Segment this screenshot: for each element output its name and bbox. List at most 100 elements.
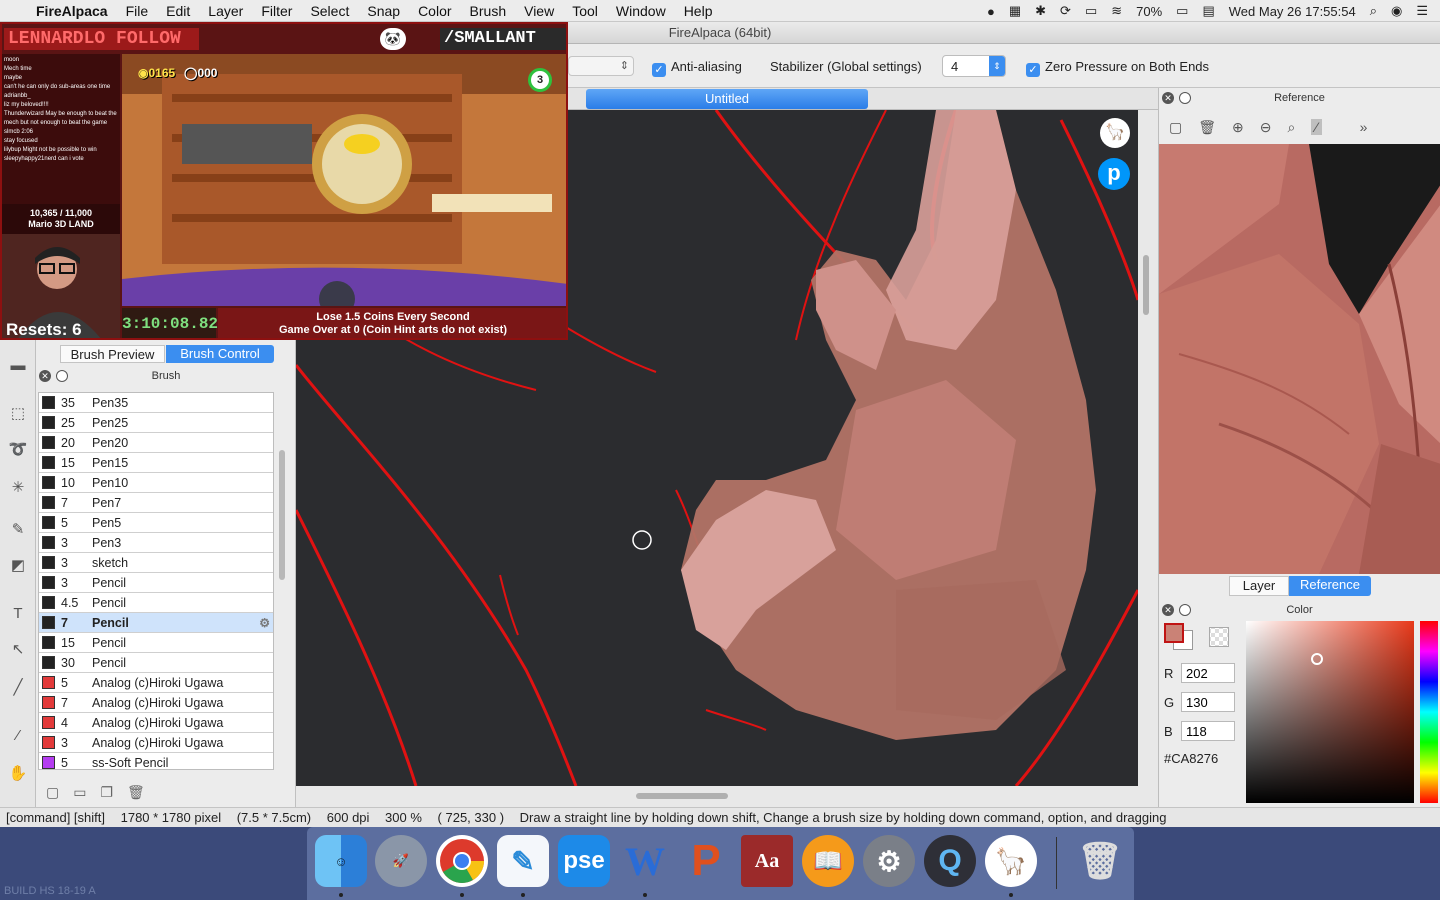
- stabilizer-select[interactable]: 4 ⇕: [942, 55, 1006, 77]
- launchpad-icon[interactable]: 🚀: [375, 835, 427, 887]
- clock[interactable]: Wed May 26 17:55:54: [1229, 4, 1356, 19]
- more-icon[interactable]: »: [1360, 119, 1368, 135]
- bluetooth-icon[interactable]: ✱: [1035, 3, 1046, 19]
- quicktime-icon[interactable]: Q: [924, 835, 976, 887]
- menu-snap[interactable]: Snap: [358, 3, 409, 19]
- color-picker-handle[interactable]: [1311, 653, 1323, 665]
- menu-tool[interactable]: Tool: [563, 3, 607, 19]
- brush-row[interactable]: 5 ss-Soft Pencil: [39, 753, 273, 769]
- primary-color-swatch[interactable]: [1164, 623, 1184, 643]
- hue-slider[interactable]: [1420, 621, 1438, 803]
- menu-view[interactable]: View: [515, 3, 563, 19]
- green-input[interactable]: [1181, 692, 1235, 712]
- eyedropper-icon[interactable]: ⁄: [1311, 119, 1322, 135]
- stream-status-icon[interactable]: ●: [987, 4, 995, 19]
- menu-color[interactable]: Color: [409, 3, 460, 19]
- powerpoint-icon[interactable]: P: [680, 835, 732, 887]
- tab-untitled[interactable]: Untitled: [586, 89, 868, 109]
- brush-row[interactable]: 30 Pencil: [39, 653, 273, 673]
- divide-tool-icon[interactable]: ╱: [8, 678, 28, 698]
- brush-row[interactable]: 3 Pen3: [39, 533, 273, 553]
- zero-pressure-checkbox[interactable]: ✓: [1026, 63, 1040, 77]
- brush-row[interactable]: 25 Pen25: [39, 413, 273, 433]
- finder-icon[interactable]: ☺: [315, 835, 367, 887]
- spotlight-icon[interactable]: ⌕: [1370, 3, 1377, 19]
- close-icon[interactable]: ✕: [39, 370, 51, 382]
- trash-icon[interactable]: 🗑: [1198, 119, 1216, 136]
- menu-brush[interactable]: Brush: [461, 3, 516, 19]
- brush-row[interactable]: 10 Pen10: [39, 473, 273, 493]
- tab-brush-preview[interactable]: Brush Preview: [60, 345, 165, 363]
- antialias-checkbox[interactable]: ✓: [652, 63, 666, 77]
- pixiv-icon[interactable]: p: [1098, 158, 1130, 190]
- screen-record-icon[interactable]: ▦: [1009, 3, 1021, 19]
- float-panel-icon[interactable]: [1179, 92, 1191, 104]
- menu-window[interactable]: Window: [607, 3, 675, 19]
- brush-row[interactable]: 4 Analog (c)Hiroki Ugawa: [39, 713, 273, 733]
- brush-row[interactable]: 20 Pen20: [39, 433, 273, 453]
- menu-select[interactable]: Select: [301, 3, 358, 19]
- duplicate-brush-icon[interactable]: ❐: [100, 784, 113, 801]
- brush-row[interactable]: 15 Pencil: [39, 633, 273, 653]
- brush-row[interactable]: 3 Pencil: [39, 573, 273, 593]
- brush-settings-icon[interactable]: ⚙: [259, 616, 270, 630]
- hex-value[interactable]: #CA8276: [1164, 751, 1218, 766]
- word-icon[interactable]: W: [619, 835, 671, 887]
- chrome-icon[interactable]: [436, 835, 488, 887]
- magic-wand-icon[interactable]: ✳: [8, 478, 28, 498]
- brush-row[interactable]: 7 Analog (c)Hiroki Ugawa: [39, 693, 273, 713]
- battery-extra-icon[interactable]: ▭: [1085, 3, 1097, 19]
- battery-icon[interactable]: ▭: [1176, 3, 1188, 19]
- lasso-tool-icon[interactable]: ➰: [8, 440, 28, 460]
- tab-brush-control[interactable]: Brush Control: [166, 345, 274, 363]
- menu-filter[interactable]: Filter: [252, 3, 301, 19]
- eyedropper-tool-icon[interactable]: ⁄: [8, 726, 28, 746]
- zoom-out-icon[interactable]: ⊖: [1260, 119, 1272, 136]
- float-panel-icon[interactable]: [56, 370, 68, 382]
- brush-row[interactable]: 15 Pen15: [39, 453, 273, 473]
- ibooks-icon[interactable]: 📖: [802, 835, 854, 887]
- us-flag-icon[interactable]: ▤: [1202, 3, 1214, 19]
- menu-help[interactable]: Help: [675, 3, 722, 19]
- select-eraser-icon[interactable]: ◩: [8, 556, 28, 576]
- trash-icon[interactable]: 🗑: [1074, 835, 1126, 887]
- select-pen-icon[interactable]: ✎: [8, 520, 28, 540]
- select-tool-icon[interactable]: ⬚: [8, 404, 28, 424]
- system-preferences-icon[interactable]: ⚙: [863, 835, 915, 887]
- brush-row[interactable]: 3 Analog (c)Hiroki Ugawa: [39, 733, 273, 753]
- saturation-value-picker[interactable]: [1246, 621, 1414, 803]
- firealpaca-icon[interactable]: 🦙: [985, 835, 1037, 887]
- brush-row[interactable]: 3 sketch: [39, 553, 273, 573]
- firealpaca-mascot-icon[interactable]: 🦙: [1100, 118, 1130, 148]
- float-panel-icon[interactable]: [1179, 604, 1191, 616]
- dictionary-icon[interactable]: Aa: [741, 835, 793, 887]
- zero-pressure-option[interactable]: ✓ Zero Pressure on Both Ends: [1026, 59, 1209, 77]
- menu-file[interactable]: File: [117, 3, 158, 19]
- app-menu[interactable]: FireAlpaca: [27, 3, 117, 19]
- wifi-icon[interactable]: ≋: [1111, 3, 1122, 19]
- brush-row[interactable]: 5 Pen5: [39, 513, 273, 533]
- gradient-tool-icon[interactable]: ▬: [8, 356, 28, 376]
- hand-tool-icon[interactable]: ✋: [8, 764, 28, 784]
- pse-icon[interactable]: pse: [558, 835, 610, 887]
- close-icon[interactable]: ✕: [1162, 604, 1174, 616]
- reference-image[interactable]: [1159, 144, 1440, 574]
- brush-row[interactable]: 5 Analog (c)Hiroki Ugawa: [39, 673, 273, 693]
- sync-icon[interactable]: ⟳: [1060, 3, 1071, 19]
- brush-row[interactable]: 4.5 Pencil: [39, 593, 273, 613]
- new-document-icon[interactable]: ▢: [1169, 119, 1182, 136]
- brush-list-scrollbar[interactable]: [279, 450, 285, 580]
- tab-layer[interactable]: Layer: [1229, 576, 1289, 596]
- brush-row[interactable]: 7 Pencil ⚙: [39, 613, 273, 633]
- close-icon[interactable]: ✕: [1162, 92, 1174, 104]
- antialias-option[interactable]: ✓ Anti-aliasing: [652, 59, 742, 77]
- transparent-color-swatch[interactable]: [1209, 627, 1229, 647]
- text-tool-icon[interactable]: T: [8, 604, 28, 624]
- brush-row[interactable]: 35 Pen35: [39, 393, 273, 413]
- open-folder-icon[interactable]: ▭: [73, 784, 86, 801]
- canvas-vertical-scrollbar[interactable]: [1143, 255, 1149, 315]
- battery-percent[interactable]: 70%: [1136, 4, 1162, 19]
- menu-edit[interactable]: Edit: [157, 3, 199, 19]
- zoom-fit-icon[interactable]: ⌕: [1287, 119, 1295, 136]
- brush-blend-select[interactable]: ⇕: [568, 56, 634, 76]
